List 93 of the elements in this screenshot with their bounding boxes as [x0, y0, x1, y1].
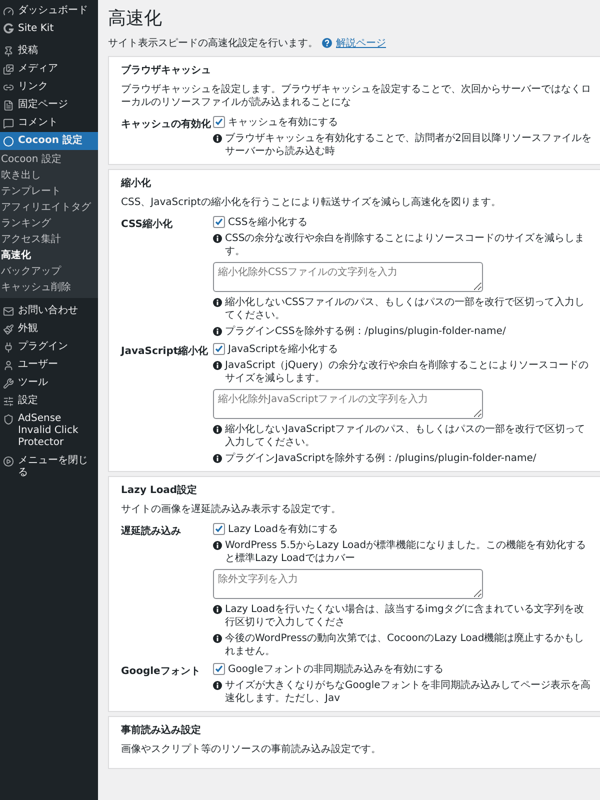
- menu-icon: [3, 82, 14, 93]
- menu-item[interactable]: 外観: [0, 320, 98, 338]
- menu-item[interactable]: ユーザー: [0, 356, 98, 374]
- section-heading: 縮小化: [121, 176, 152, 190]
- menu-item[interactable]: コメント: [0, 114, 98, 132]
- menu-item[interactable]: 投稿: [0, 42, 98, 60]
- checkbox-option[interactable]: CSSを縮小化する: [213, 215, 592, 229]
- menu-icon: [3, 396, 14, 407]
- input-field[interactable]: 除外文字列を入力: [213, 569, 483, 599]
- help-text: 縮小化しないCSSファイルのパス、もしくはパスの一部を改行で区切って入力してください。: [225, 296, 586, 322]
- help-text: JavaScript（jQuery）の余分な改行や余白を削除することによりソースコードのサイズを減らします。: [225, 359, 590, 385]
- submenu-item[interactable]: 吹き出し: [0, 168, 98, 184]
- checkbox[interactable]: [213, 116, 225, 128]
- submenu-item[interactable]: ランキング: [0, 216, 98, 232]
- menu-icon: [3, 324, 14, 335]
- page-description: サイト表示スピードの高速化設定を行います。: [108, 36, 318, 50]
- info-icon: [213, 541, 222, 550]
- help-text: 縮小化しないJavaScriptファイルのパス、もしくはパスの一部を改行で区切って入力してください。: [225, 423, 586, 449]
- help-text: Lazy Loadを行いたくない場合は、該当するimgタグに含まれている文字列を改行区切りで入力してくださ: [225, 603, 585, 629]
- g-logo-icon: [3, 23, 14, 34]
- info-icon: [213, 605, 222, 614]
- menu-icon: [3, 456, 14, 467]
- menu-item[interactable]: Site Kit: [0, 20, 98, 38]
- info-icon: [213, 425, 222, 434]
- menu-item[interactable]: ダッシュボード: [0, 2, 98, 20]
- setting-label: キャッシュの有効化: [121, 118, 212, 132]
- setting-label: JavaScript縮小化: [121, 344, 210, 359]
- menu-item[interactable]: ツール: [0, 374, 98, 392]
- setting-label: 遅延読み込み: [121, 524, 182, 539]
- menu-icon: [3, 6, 14, 17]
- menu-item[interactable]: 設定: [0, 392, 98, 410]
- help-text: サイズが大きくなりがちなGoogleフォントを非同期読み込みしてページ表示を高速化します。ただし、Jav: [225, 679, 592, 705]
- menu-icon: [3, 306, 14, 317]
- help-text: プラグインCSSを除外する例：/plugins/plugin-folder-name/: [225, 325, 506, 338]
- info-icon: [213, 634, 222, 643]
- menu-icon: [3, 378, 14, 389]
- help-text: CSSの余分な改行や余白を削除することによりソースコードのサイズを減らします。: [225, 232, 586, 258]
- submenu-item[interactable]: キャッシュ削除: [0, 280, 98, 296]
- help-icon: [322, 38, 332, 48]
- help-link[interactable]: 解説ページ: [336, 36, 386, 50]
- submenu-item[interactable]: アクセス集計: [0, 232, 98, 248]
- help-text: WordPress 5.5からLazy Loadが標準機能になりました。この機能を有効化すると標準Lazy Loadではカバー: [225, 539, 588, 565]
- page-title: 高速化: [108, 7, 163, 30]
- section-heading: 事前読み込み設定: [121, 723, 202, 737]
- submenu-item[interactable]: 高速化: [0, 248, 98, 264]
- input-field[interactable]: 縮小化除外CSSファイルの文字列を入力: [213, 262, 483, 292]
- menu-icon: [3, 118, 14, 129]
- section-heading: Lazy Load設定: [121, 483, 198, 497]
- menu-icon: [3, 100, 14, 111]
- menu-item[interactable]: お問い合わせ: [0, 302, 98, 320]
- menu-item[interactable]: リンク: [0, 78, 98, 96]
- setting-label: Googleフォント: [121, 665, 202, 679]
- menu-icon: [3, 46, 14, 57]
- menu-item[interactable]: Cocoon 設定: [0, 132, 98, 150]
- checkbox-option[interactable]: Googleフォントの非同期読み込みを有効にする: [213, 662, 592, 676]
- info-icon: [213, 681, 222, 690]
- section-description: サイトの画像を遅延読み込み表示する設定です。: [121, 503, 342, 516]
- checkbox[interactable]: [213, 216, 225, 228]
- section-description: 画像やスクリプト等のリソースの事前読み込み設定です。: [121, 743, 382, 756]
- section-description: ブラウザキャッシュを設定します。ブラウザキャッシュを設定することで、次回からサーバーではなくローカルのリソースファイルが読み込まれることにな: [121, 83, 592, 109]
- checkbox-option[interactable]: キャッシュを有効にする: [213, 115, 592, 129]
- info-icon: [213, 327, 222, 336]
- checkbox[interactable]: [213, 663, 225, 675]
- input-field[interactable]: 縮小化除外JavaScriptファイルの文字列を入力: [213, 389, 483, 419]
- help-text: プラグインJavaScriptを除外する例：/plugins/plugin-folder-name/: [225, 452, 536, 465]
- checkbox[interactable]: [213, 523, 225, 535]
- info-icon: [213, 234, 222, 243]
- menu-item[interactable]: メニューを閉じる: [0, 452, 98, 482]
- checkbox-option[interactable]: Lazy Loadを有効にする: [213, 522, 592, 536]
- menu-icon: [3, 64, 14, 75]
- menu-item[interactable]: 固定ページ: [0, 96, 98, 114]
- info-icon: [213, 134, 222, 143]
- menu-item[interactable]: メディア: [0, 60, 98, 78]
- menu-icon: [3, 414, 14, 425]
- help-text: ブラウザキャッシュを有効化することで、訪問者が2回目以降リソースファイルをサーバーから読み込む時: [225, 132, 592, 158]
- setting-label: CSS縮小化: [121, 218, 174, 232]
- section-heading: ブラウザキャッシュ: [121, 64, 212, 77]
- menu-icon: [3, 136, 14, 147]
- menu-item[interactable]: プラグイン: [0, 338, 98, 356]
- info-icon: [213, 298, 222, 307]
- submenu-item[interactable]: バックアップ: [0, 264, 98, 280]
- help-text: 今後のWordPressの動向次第では、CocoonのLazy Load機能は廃止するかもしれません。: [225, 632, 586, 658]
- submenu-item[interactable]: アフィリエイトタグ: [0, 200, 98, 216]
- menu-item[interactable]: AdSense Invalid Click Protector: [0, 410, 98, 452]
- info-icon: [213, 361, 222, 370]
- info-icon: [213, 454, 222, 463]
- section-description: CSS、JavaScriptの縮小化を行うことにより転送サイズを減らし高速化を図ります。: [121, 196, 502, 209]
- checkbox-option[interactable]: JavaScriptを縮小化する: [213, 342, 592, 356]
- checkbox[interactable]: [213, 343, 225, 355]
- submenu-item[interactable]: Cocoon 設定: [0, 152, 98, 168]
- menu-icon: [3, 360, 14, 371]
- menu-icon: [3, 342, 14, 353]
- submenu-item[interactable]: テンプレート: [0, 184, 98, 200]
